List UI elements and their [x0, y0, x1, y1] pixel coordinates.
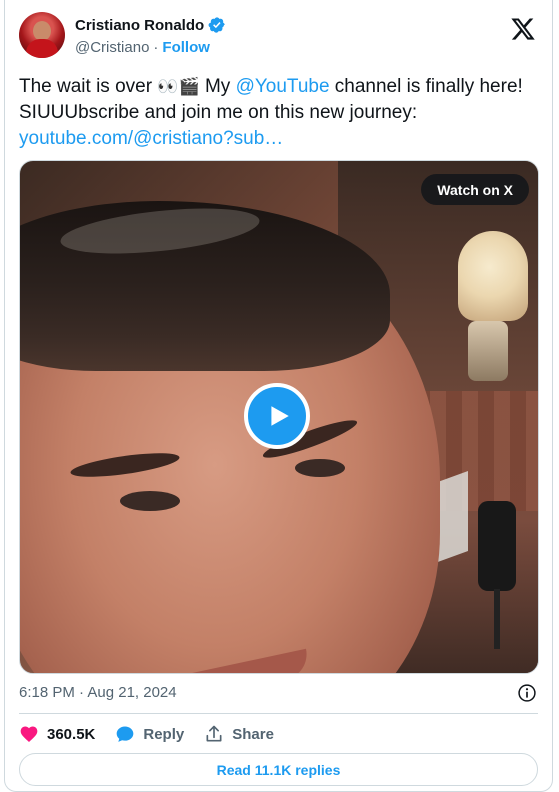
clapper-emoji-icon: 🎬	[178, 77, 200, 97]
reply-button[interactable]: Reply	[115, 724, 184, 744]
person-hair	[20, 200, 390, 371]
like-button[interactable]: 360.5K	[19, 724, 95, 744]
tweet-actions: 360.5K Reply Share	[19, 722, 294, 746]
embedded-tweet-card: Cristiano Ronaldo @Cristiano · Follow Th…	[4, 0, 553, 792]
author-display-name[interactable]: Cristiano Ronaldo	[75, 17, 204, 34]
tweet-text-part: The wait is over	[19, 76, 158, 97]
share-icon	[206, 725, 222, 742]
read-replies-button[interactable]: Read 11.1K replies	[19, 753, 538, 786]
share-label: Share	[232, 725, 274, 743]
tweet-timestamp[interactable]: 6:18 PM · Aug 21, 2024	[19, 684, 177, 701]
follow-button[interactable]: Follow	[162, 39, 210, 56]
separator-dot: ·	[153, 38, 159, 56]
tweet-text: The wait is over 👀🎬 My @YouTube channel …	[19, 74, 539, 152]
lamp-shade	[458, 231, 528, 321]
right-eye	[295, 459, 345, 477]
info-icon[interactable]	[517, 683, 537, 703]
microphone-stand	[494, 589, 500, 649]
mouth	[188, 648, 312, 673]
share-button[interactable]: Share	[204, 724, 274, 744]
microphone	[478, 501, 516, 591]
x-logo-icon[interactable]	[510, 16, 536, 42]
left-eye	[120, 491, 180, 511]
heart-icon	[20, 726, 38, 742]
reply-label: Reply	[143, 725, 185, 743]
like-count: 360.5K	[47, 725, 96, 743]
left-eyebrow	[69, 448, 181, 482]
play-icon	[271, 406, 289, 426]
verified-badge-icon	[208, 17, 225, 33]
reply-bubble-icon	[117, 726, 134, 742]
person-face	[20, 200, 440, 673]
avatar-face	[33, 21, 51, 41]
tweet-text-part: My	[199, 76, 236, 97]
youtube-mention-link[interactable]: @YouTube	[236, 76, 330, 97]
author-info: Cristiano Ronaldo @Cristiano · Follow	[75, 15, 226, 57]
avatar-body	[26, 39, 58, 58]
video-thumbnail[interactable]: Watch on X	[19, 160, 539, 674]
avatar[interactable]	[19, 12, 65, 58]
eyes-emoji-icon: 👀	[157, 77, 179, 97]
divider	[19, 713, 538, 714]
tweet-header: Cristiano Ronaldo @Cristiano · Follow	[19, 12, 538, 62]
play-button[interactable]	[244, 383, 310, 449]
lamp-base	[468, 321, 508, 381]
watch-on-x-button[interactable]: Watch on X	[421, 174, 529, 205]
youtube-channel-link[interactable]: youtube.com/@cristiano?sub…	[19, 128, 283, 149]
author-handle[interactable]: @Cristiano	[75, 39, 149, 56]
hair-shine	[58, 200, 262, 262]
